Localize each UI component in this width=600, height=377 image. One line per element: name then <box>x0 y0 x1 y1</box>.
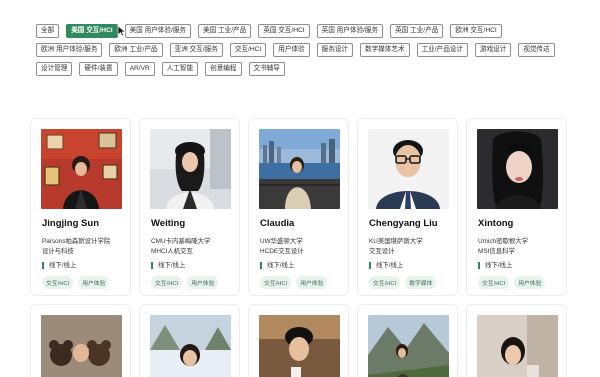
filter-chip[interactable]: 游戏设计 <box>474 43 512 57</box>
mentor-mode: 线下/线上 <box>151 262 185 269</box>
tag: 用户体验 <box>296 276 328 289</box>
filter-chip[interactable]: 视觉传达 <box>518 43 555 57</box>
mentor-school: Umich密歇根大学 <box>478 238 529 245</box>
filter-chip[interactable]: 欧洲 交互/HCI <box>450 24 502 38</box>
mentor-photo <box>368 315 449 377</box>
filter-chip[interactable]: AR/VR <box>124 62 155 76</box>
mentor-program: 交互设计 <box>369 248 395 255</box>
mentor-school: Parsons帕森斯设计学院 <box>42 238 111 245</box>
filter-chip[interactable]: 英国 交互/HCI <box>258 24 310 38</box>
filter-chip[interactable]: 美国 交互/HCI <box>66 24 118 38</box>
filter-chip[interactable]: 服务设计 <box>316 43 354 57</box>
filter-chip[interactable]: 美国 用户体验/服务 <box>124 24 192 38</box>
tag: 用户体验 <box>514 276 546 289</box>
tag: 用户体验 <box>187 276 219 289</box>
mentor-photo <box>150 315 231 377</box>
mentor-program: HCDE交互设计 <box>260 248 304 255</box>
filter-chip[interactable]: 英国 用户体验/服务 <box>316 24 384 38</box>
mentor-card[interactable]: Jingjing Sun Parsons帕森斯设计学院 设计与科技 线下/线上 … <box>30 118 131 296</box>
mentor-card[interactable] <box>30 304 131 377</box>
filter-chip[interactable]: 设计管理 <box>36 62 73 76</box>
mentor-card[interactable] <box>357 304 458 377</box>
tag: 交互/HCI <box>260 276 292 289</box>
mentor-photo <box>41 315 122 377</box>
filter-chip[interactable]: 交互/HCI <box>229 43 267 57</box>
mouse-cursor-icon <box>117 25 127 37</box>
mentor-tags: 交互/HCI 用户体验 <box>151 276 219 289</box>
mentor-program: MSI信息科学 <box>478 248 515 255</box>
filter-chip[interactable]: 硬件/装置 <box>79 62 118 76</box>
mentor-mode: 线下/线上 <box>369 262 403 269</box>
tag: 交互/HCI <box>369 276 401 289</box>
mentor-card[interactable]: Weiting CMU卡内基梅隆大学 MHCI人机交互 线下/线上 交互/HCI… <box>139 118 240 296</box>
mentor-photo <box>259 129 340 209</box>
filter-chip[interactable]: 美国 工业/产品 <box>198 24 252 38</box>
filter-chip[interactable]: 欧洲 工业/产品 <box>109 43 163 57</box>
mentor-program: MHCI人机交互 <box>151 248 193 255</box>
tag: 交互/HCI <box>42 276 74 289</box>
tag: 交互/HCI <box>478 276 510 289</box>
filter-chip[interactable]: 数字媒体艺术 <box>360 43 410 57</box>
mentor-school: CMU卡内基梅隆大学 <box>151 238 211 245</box>
mentor-name: Claudia <box>260 218 295 229</box>
tag: 交互/HCI <box>151 276 183 289</box>
mentor-photo <box>150 129 231 209</box>
tag: 用户体验 <box>78 276 110 289</box>
mentor-name: Weiting <box>151 218 186 229</box>
filter-chip[interactable]: 工业/产品设计 <box>416 43 468 57</box>
tag: 数字媒体 <box>405 276 437 289</box>
filter-chip[interactable]: 英国 工业/产品 <box>390 24 444 38</box>
filter-chip[interactable]: 人工智能 <box>161 62 199 76</box>
mentor-card[interactable]: Xintong Umich密歇根大学 MSI信息科学 线下/线上 交互/HCI … <box>466 118 567 296</box>
mentor-mode: 线下/线上 <box>42 262 76 269</box>
mentor-tags: 交互/HCI 数字媒体 <box>369 276 437 289</box>
filter-chip[interactable]: 全部 <box>36 24 60 38</box>
mentor-tags: 交互/HCI 用户体验 <box>260 276 328 289</box>
mentor-photo <box>41 129 122 209</box>
mentor-photo <box>477 315 558 377</box>
mentor-photo <box>259 315 340 377</box>
mentor-name: Chengyang Liu <box>369 218 438 229</box>
mentor-tags: 交互/HCI 用户体验 <box>42 276 110 289</box>
filter-chip[interactable]: 亚洲 交互/服务 <box>169 43 223 57</box>
mentor-photo <box>368 129 449 209</box>
mentor-school: KU美国堪萨斯大学 <box>369 238 423 245</box>
filter-chip[interactable]: 欧洲 用户体验/服务 <box>36 43 103 57</box>
filter-chip[interactable]: 创意编程 <box>205 62 242 76</box>
mentor-tags: 交互/HCI 用户体验 <box>478 276 546 289</box>
filter-bar: 全部 美国 交互/HCI 美国 用户体验/服务 美国 工业/产品 英国 交互/HCI 英国… <box>36 24 566 76</box>
mentor-card[interactable]: Chengyang Liu KU美国堪萨斯大学 交互设计 线下/线上 交互/HC… <box>357 118 458 296</box>
mentor-school: UW华盛顿大学 <box>260 238 303 245</box>
mentor-card[interactable]: Claudia UW华盛顿大学 HCDE交互设计 线下/线上 交互/HCI 用户… <box>248 118 349 296</box>
filter-chip[interactable]: 文书辅导 <box>248 62 285 76</box>
mentor-photo <box>477 129 558 209</box>
filter-chip[interactable]: 用户体验 <box>273 43 310 57</box>
mentor-card[interactable] <box>466 304 567 377</box>
mentor-name: Jingjing Sun <box>42 218 99 229</box>
mentor-mode: 线下/线上 <box>478 262 512 269</box>
mentor-program: 设计与科技 <box>42 248 74 255</box>
mentor-card[interactable] <box>248 304 349 377</box>
mentor-card[interactable] <box>139 304 240 377</box>
mentor-name: Xintong <box>478 218 514 229</box>
mentor-mode: 线下/线上 <box>260 262 294 269</box>
